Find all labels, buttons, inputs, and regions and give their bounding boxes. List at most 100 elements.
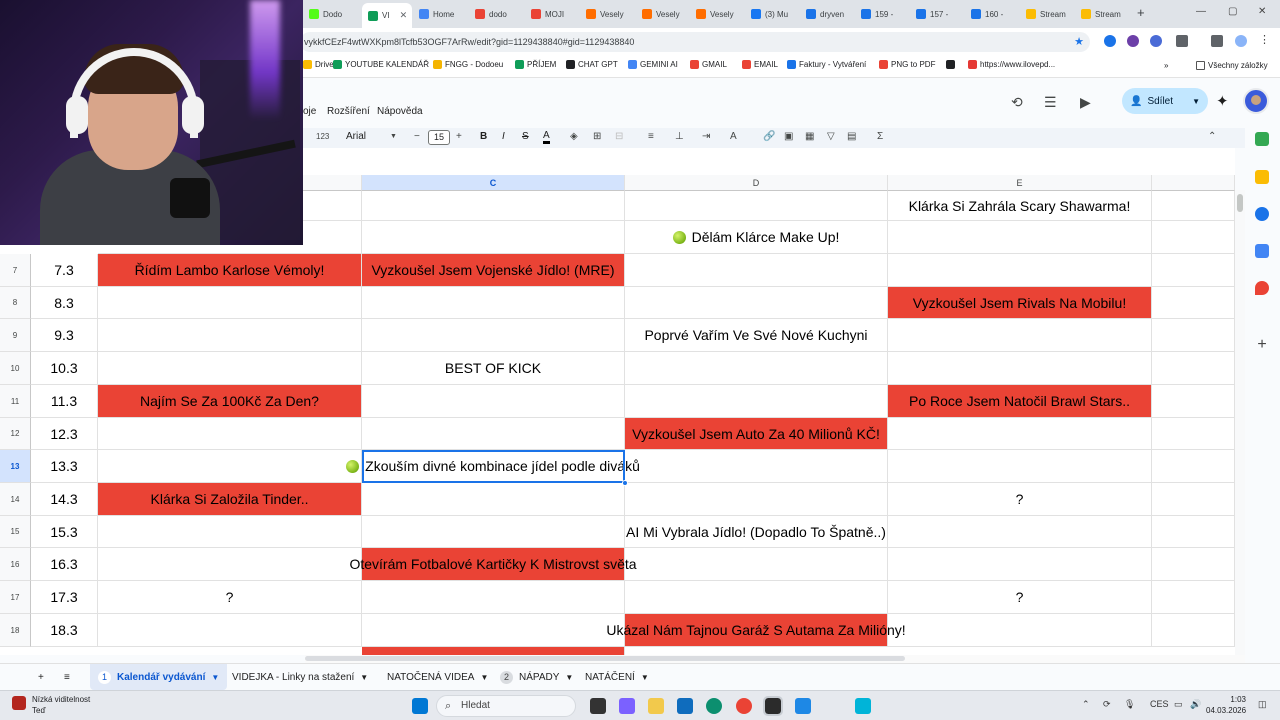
vertical-align-icon[interactable]: ⊥: [675, 131, 684, 142]
app-icon[interactable]: [855, 698, 871, 714]
bookmark-item[interactable]: PŘÍJEM: [515, 60, 556, 69]
date-cell[interactable]: 18.3: [31, 614, 98, 647]
insert-comment-icon[interactable]: ▣: [784, 131, 793, 142]
account-avatar[interactable]: [1243, 88, 1269, 114]
menu-item-help[interactable]: Nápověda: [377, 106, 423, 117]
bookmark-item[interactable]: GEMINI AI: [628, 60, 678, 69]
browser-tab[interactable]: Vesely: [580, 3, 633, 25]
date-cell[interactable]: 7.3: [31, 254, 98, 287]
maps-app-icon[interactable]: [1255, 281, 1269, 295]
share-button[interactable]: 👤 Sdílet ▼: [1122, 88, 1208, 114]
row-header[interactable]: 16: [0, 548, 31, 581]
font-size-decrease-button[interactable]: −: [414, 131, 420, 142]
table-cell[interactable]: [1152, 548, 1235, 581]
chrome-icon[interactable]: [736, 698, 752, 714]
reading-list-icon[interactable]: [1211, 35, 1223, 47]
browser-tab[interactable]: Vesely: [636, 3, 689, 25]
table-cell[interactable]: Zkouším divné kombinace jídel podle divá…: [346, 450, 640, 483]
table-cell[interactable]: [1152, 418, 1235, 450]
horizontal-scrollbar[interactable]: [305, 655, 1245, 663]
comments-icon[interactable]: ☰: [1044, 94, 1057, 111]
bookmark-item[interactable]: [946, 60, 955, 69]
chevron-down-icon[interactable]: ▼: [211, 673, 219, 682]
new-tab-button[interactable]: +: [1137, 5, 1145, 20]
table-cell[interactable]: [362, 483, 625, 516]
table-cell[interactable]: [1152, 221, 1235, 254]
table-cell[interactable]: BEST OF KICK: [362, 352, 625, 385]
date-cell[interactable]: 14.3: [31, 483, 98, 516]
chevron-down-icon[interactable]: ▼: [1192, 97, 1200, 106]
row-header[interactable]: 12: [0, 418, 31, 450]
italic-button[interactable]: I: [502, 131, 505, 142]
maximize-icon[interactable]: ▢: [1228, 6, 1237, 17]
tasks-app-icon[interactable]: [1255, 207, 1269, 221]
chevron-down-icon[interactable]: ▼: [390, 133, 397, 140]
table-cell[interactable]: [888, 418, 1152, 450]
version-history-icon[interactable]: ⟲: [1011, 94, 1023, 111]
menu-item-extensions[interactable]: Rozšíření: [327, 106, 370, 117]
table-cell[interactable]: [362, 319, 625, 352]
table-cell[interactable]: [888, 221, 1152, 254]
calendar-app-icon[interactable]: [1255, 132, 1269, 146]
browser-tab[interactable]: VI ✕: [362, 3, 412, 28]
table-cell[interactable]: [1152, 483, 1235, 516]
browser-tab[interactable]: 157 -: [910, 3, 963, 25]
table-cell[interactable]: [362, 191, 625, 221]
row-header[interactable]: 9: [0, 319, 31, 352]
table-cell[interactable]: [625, 385, 888, 418]
table-cell[interactable]: [888, 254, 1152, 287]
table-cell[interactable]: [98, 352, 362, 385]
table-cell[interactable]: [1152, 385, 1235, 418]
extensions-puzzle-icon[interactable]: [1176, 35, 1188, 47]
font-size-increase-button[interactable]: +: [456, 131, 462, 142]
browser-tab[interactable]: 160 -: [965, 3, 1018, 25]
table-cell[interactable]: [362, 614, 625, 647]
table-cell[interactable]: [1152, 450, 1235, 483]
chevron-down-icon[interactable]: ▼: [641, 673, 649, 682]
row-header[interactable]: 15: [0, 516, 31, 548]
fill-color-icon[interactable]: ◈: [570, 131, 578, 142]
horizontal-align-icon[interactable]: ≡: [648, 131, 654, 142]
table-cell[interactable]: [625, 191, 888, 221]
table-cell[interactable]: Najím Se Za 100Kč Za Den?: [98, 385, 362, 418]
language-indicator[interactable]: CES: [1150, 699, 1169, 709]
filter-views-icon[interactable]: ▤: [847, 131, 856, 142]
table-cell[interactable]: Po Roce Jsem Natočil Brawl Stars..: [888, 385, 1152, 418]
meet-icon[interactable]: ▶: [1080, 94, 1091, 111]
bold-button[interactable]: B: [480, 131, 487, 142]
bookmark-item[interactable]: FNGG - Dodoeu: [433, 60, 503, 69]
functions-button[interactable]: Σ: [877, 131, 883, 142]
browser-tab[interactable]: Stream: [1075, 3, 1128, 25]
tray-app-icon[interactable]: ⟳: [1103, 699, 1111, 710]
sheet-tab[interactable]: NATÁČENÍ ▼: [577, 664, 657, 690]
add-app-icon[interactable]: +: [1255, 337, 1269, 353]
browser-tab[interactable]: dodo: [469, 3, 522, 25]
scroll-thumb[interactable]: [1237, 194, 1243, 212]
gemini-sparkle-icon[interactable]: ✦: [1216, 92, 1229, 110]
bookmark-item[interactable]: Faktury - Vytváření: [787, 60, 866, 69]
filter-icon[interactable]: ▽: [827, 131, 835, 142]
column-header[interactable]: C: [362, 175, 625, 191]
date-cell[interactable]: 16.3: [31, 548, 98, 581]
table-cell[interactable]: Poprvé Vařím Ve Své Nové Kuchyni: [625, 319, 888, 352]
extension-icon[interactable]: [1104, 35, 1116, 47]
table-cell[interactable]: ?: [888, 581, 1152, 614]
close-window-icon[interactable]: ✕: [1258, 6, 1266, 17]
windows-start-icon[interactable]: [412, 698, 428, 714]
table-cell[interactable]: ?: [98, 581, 362, 614]
minimize-icon[interactable]: —: [1196, 6, 1206, 17]
table-cell[interactable]: Klárka Si Založila Tinder..: [98, 483, 362, 516]
text-color-button[interactable]: A: [543, 131, 550, 144]
contacts-app-icon[interactable]: [1255, 244, 1269, 258]
row-header[interactable]: 10: [0, 352, 31, 385]
chevron-down-icon[interactable]: ▼: [565, 673, 573, 682]
table-cell[interactable]: [1152, 254, 1235, 287]
date-cell[interactable]: 9.3: [31, 319, 98, 352]
table-cell[interactable]: Klárka Si Zahrála Scary Shawarma!: [888, 191, 1152, 221]
bookmarks-more[interactable]: »: [1164, 61, 1168, 70]
table-cell[interactable]: [362, 287, 625, 319]
taskbar-search[interactable]: ⌕ Hledat: [436, 695, 576, 717]
table-cell[interactable]: Řídím Lambo Karlose Vémoly!: [98, 254, 362, 287]
sheet-tab[interactable]: VIDEJKA - Linky na stažení ▼: [224, 664, 376, 690]
table-cell[interactable]: [98, 418, 362, 450]
